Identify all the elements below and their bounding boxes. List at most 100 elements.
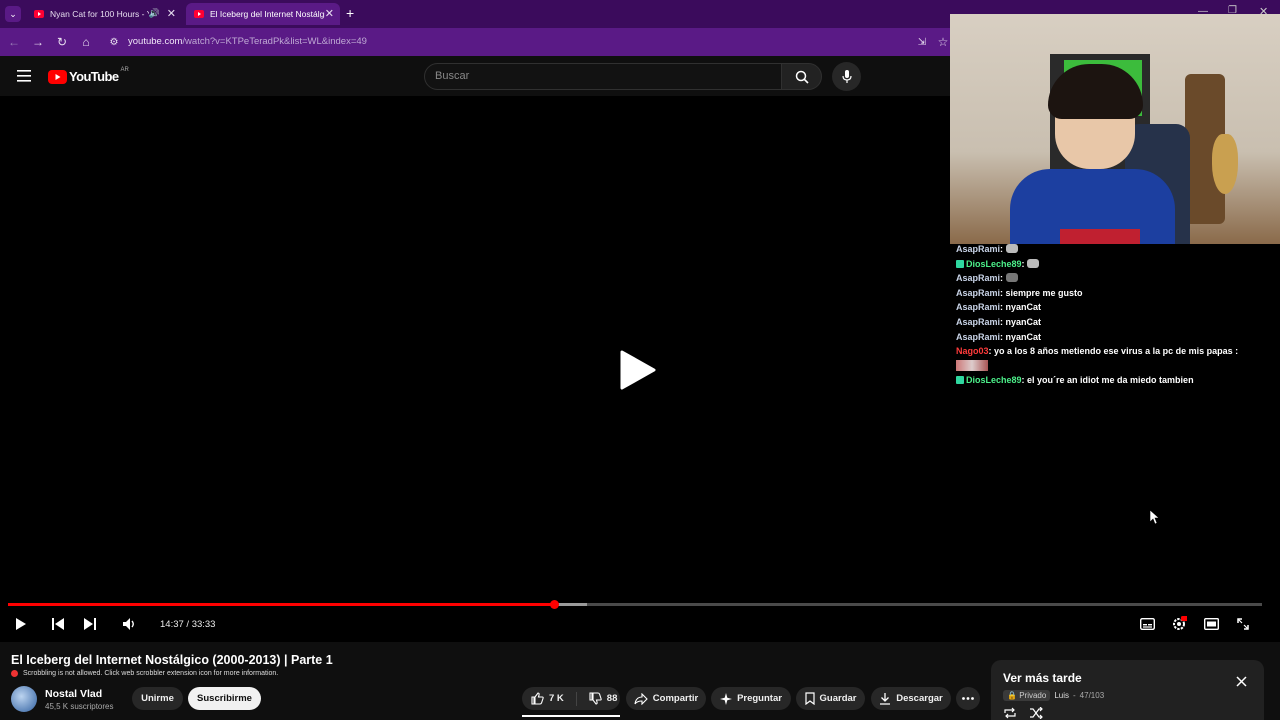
badge-icon: [956, 376, 964, 385]
stream-chat: AsapRami: DiosLeche89: AsapRami: AsapRam…: [956, 242, 1276, 388]
video-title: El Iceberg del Internet Nostálgico (2000…: [11, 653, 333, 667]
emote-icon: [1005, 273, 1018, 283]
search-button[interactable]: [781, 63, 822, 90]
chat-message: AsapRami: nyanCat: [956, 316, 1042, 327]
dislike-count: 88: [606, 693, 618, 704]
settings-gear-icon[interactable]: [1169, 615, 1189, 633]
chat-message-image: [956, 359, 1276, 374]
url-path: /watch?v=KTPeTeradPk&list=WL&index=49: [182, 36, 367, 47]
bookmark-star-icon[interactable]: ☆: [935, 34, 951, 50]
playlist-owner[interactable]: Luis: [1054, 691, 1069, 700]
chat-username: AsapRami: [956, 287, 1001, 298]
dislike-button[interactable]: 88: [589, 692, 618, 705]
tab-list-button[interactable]: ⌄: [5, 6, 21, 22]
tab-label: El Iceberg del Internet Nostálgi: [210, 9, 327, 19]
microphone-icon: [841, 69, 852, 83]
more-actions-button[interactable]: [956, 687, 980, 710]
chat-username: Nago03: [956, 346, 989, 357]
youtube-header: YouTube AR Buscar: [0, 56, 950, 96]
channel-name[interactable]: Nostal Vlad: [45, 688, 102, 700]
streamer-webcam: [950, 14, 1280, 244]
close-tab-icon[interactable]: ✕: [167, 7, 176, 20]
chat-text: el you´re an idiot me da miedo tambien: [1027, 375, 1194, 386]
subscriber-count: 45,5 K suscriptores: [45, 702, 114, 711]
save-label: Guardar: [819, 693, 857, 704]
play-icon[interactable]: [11, 615, 31, 633]
bookmark-icon: [804, 692, 815, 705]
badge-icon: [956, 259, 964, 268]
previous-icon[interactable]: [48, 615, 68, 633]
error-icon: [11, 670, 18, 677]
back-icon[interactable]: ←: [6, 34, 22, 50]
chat-message: DiosLeche89:: [956, 257, 1276, 272]
youtube-logo[interactable]: YouTube AR: [48, 67, 129, 84]
chat-username: AsapRami: [956, 331, 1001, 342]
youtube-favicon-icon: [34, 10, 44, 18]
playlist-title[interactable]: Ver más tarde: [1003, 671, 1082, 685]
chat-username: AsapRami: [956, 316, 1001, 327]
youtube-wordmark: YouTube: [69, 69, 119, 84]
forward-icon[interactable]: →: [30, 34, 46, 50]
channel-avatar[interactable]: [11, 686, 37, 712]
theater-mode-icon[interactable]: [1201, 615, 1221, 633]
speaker-icon[interactable]: 🔊: [148, 8, 160, 19]
share-icon: [634, 692, 648, 705]
playlist-position: 47/103: [1079, 691, 1105, 700]
next-icon[interactable]: [80, 615, 100, 633]
download-label: Descargar: [896, 693, 943, 704]
subscribe-label: Suscribirme: [197, 693, 252, 704]
divider: [575, 691, 577, 706]
search-input[interactable]: Buscar: [424, 63, 782, 90]
close-panel-icon[interactable]: [1236, 676, 1247, 687]
subtitles-icon[interactable]: [1137, 615, 1157, 633]
chat-message: AsapRami: siempre me gusto: [956, 287, 1083, 298]
chat-image: [956, 359, 988, 371]
mouse-cursor-icon: [1150, 510, 1160, 524]
ask-label: Preguntar: [737, 693, 782, 704]
chat-message: AsapRami:: [956, 271, 1276, 286]
youtube-play-logo-icon: [48, 69, 67, 84]
tab-iceberg[interactable]: El Iceberg del Internet Nostálgi ✕: [186, 3, 340, 25]
site-settings-icon[interactable]: ⚙: [106, 34, 122, 50]
emote-icon: [1005, 244, 1018, 253]
search-icon: [795, 70, 809, 84]
save-button[interactable]: Guardar: [796, 687, 865, 710]
youtube-favicon-icon: [194, 10, 204, 18]
volume-icon[interactable]: [119, 615, 139, 633]
big-play-icon[interactable]: [620, 350, 656, 390]
download-icon: [880, 693, 891, 705]
chat-text: yo a los 8 años metiendo ese virus a la …: [994, 346, 1239, 357]
thumbs-up-icon: [531, 692, 544, 705]
shuffle-icon[interactable]: [1029, 707, 1043, 719]
reload-icon[interactable]: ↻: [54, 34, 70, 50]
join-button[interactable]: Unirme: [132, 687, 183, 710]
played-bar: [8, 603, 555, 606]
menu-icon[interactable]: [17, 70, 31, 82]
chat-text: nyanCat: [1005, 302, 1042, 313]
address-bar[interactable]: youtube.com/watch?v=KTPeTeradPk&list=WL&…: [128, 36, 367, 47]
download-button[interactable]: Descargar: [871, 687, 951, 710]
like-count: 7 K: [549, 693, 564, 704]
scrobble-notice: Scrobbling is not allowed. Click web scr…: [11, 670, 278, 677]
chat-username: AsapRami: [956, 244, 1001, 254]
home-icon[interactable]: ⌂: [78, 34, 94, 50]
loop-icon[interactable]: [1003, 707, 1017, 719]
tab-label: Nyan Cat for 100 Hours - Yo: [50, 9, 157, 19]
chat-username: AsapRami: [956, 273, 1001, 284]
install-app-icon[interactable]: ⇲: [914, 34, 930, 50]
playlist-meta: 🔒 Privado Luis - 47/103: [1003, 690, 1104, 701]
like-button[interactable]: 7 K: [531, 692, 564, 705]
sparkle-icon: [720, 692, 733, 705]
tab-nyan-cat[interactable]: Nyan Cat for 100 Hours - Yo 🔊 ✕: [26, 3, 182, 25]
close-tab-icon[interactable]: ✕: [324, 7, 334, 20]
chat-username: DiosLeche89: [966, 375, 1022, 386]
ask-button[interactable]: Preguntar: [711, 687, 791, 710]
chat-message: Nago03: yo a los 8 años metiendo ese vir…: [956, 346, 1239, 357]
new-tab-button[interactable]: +: [346, 5, 354, 21]
chat-text: siempre me gusto: [1005, 287, 1083, 298]
fullscreen-icon[interactable]: [1233, 615, 1253, 633]
share-button[interactable]: Compartir: [626, 687, 706, 710]
chat-message: AsapRami: nyanCat: [956, 331, 1042, 342]
voice-search-button[interactable]: [832, 62, 861, 91]
subscribe-button[interactable]: Suscribirme: [188, 687, 261, 710]
